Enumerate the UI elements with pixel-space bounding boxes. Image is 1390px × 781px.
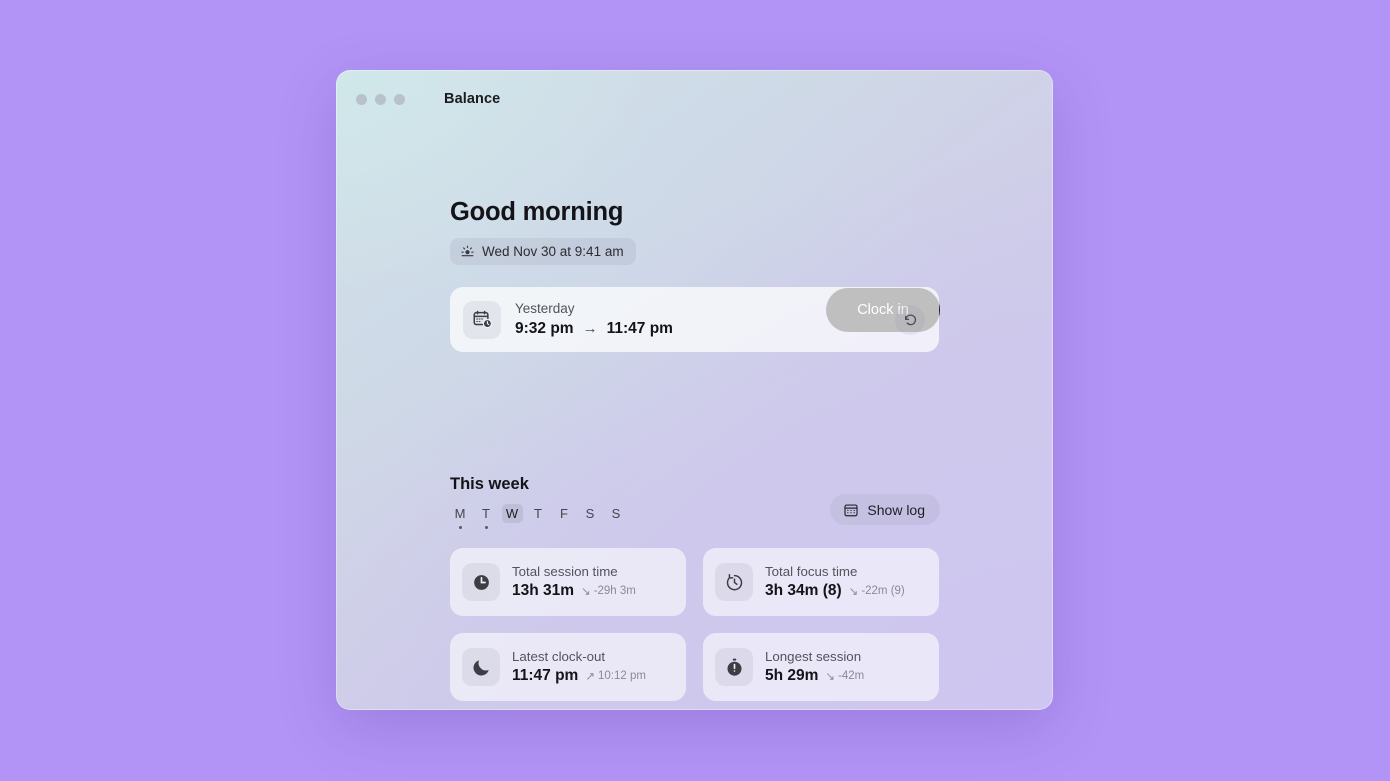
greeting-block: Good morning Wed Nov 30 at 9:41 am <box>450 198 939 266</box>
yesterday-text: Yesterday 9:32 pm → 11:47 pm <box>515 301 895 338</box>
stat-text: Total focus time 3h 34m (8) ↘ -22m (9) <box>765 564 905 601</box>
rotate-ccw-icon <box>903 312 918 327</box>
stat-row: 13h 31m ↘ -29h 3m <box>512 582 636 600</box>
stats-grid: Total session time 13h 31m ↘ -29h 3m Tot… <box>450 548 939 710</box>
weekday-mon[interactable]: M <box>448 504 472 529</box>
stat-delta: ↘ -29h 3m <box>581 584 636 598</box>
clock-filled-icon <box>462 563 500 601</box>
weekday-letter: S <box>585 506 595 521</box>
weekday-selector: M T W T F S S <box>448 504 628 529</box>
main-content: Good morning Wed Nov 30 at 9:41 am Yeste… <box>336 70 1053 710</box>
calendar-icon <box>843 502 859 518</box>
stat-card-latest-clock-out[interactable]: Latest clock-out 11:47 pm ↗ 10:12 pm <box>450 633 686 701</box>
stat-delta-value: 10:12 pm <box>598 670 646 683</box>
weekday-fri[interactable]: F <box>552 504 576 529</box>
yesterday-end-time: 11:47 pm <box>606 319 673 337</box>
stat-card-total-focus-time[interactable]: Total focus time 3h 34m (8) ↘ -22m (9) <box>703 548 939 616</box>
weekday-letter: T <box>534 506 542 521</box>
weekday-letter: M <box>454 506 466 521</box>
stat-delta-value: -29h 3m <box>593 585 636 598</box>
stat-value: 11:47 pm <box>512 667 579 685</box>
stat-delta-value: -22m (9) <box>861 585 905 598</box>
weekday-sat[interactable]: S <box>578 504 602 529</box>
stat-text: Total session time 13h 31m ↘ -29h 3m <box>512 564 636 601</box>
weekday-letter: W <box>501 504 523 523</box>
stat-delta: ↘ -22m (9) <box>849 584 905 598</box>
stat-label: Total session time <box>512 563 618 579</box>
weekday-letter: S <box>611 506 621 521</box>
weekday-letter: F <box>560 506 568 521</box>
weekday-sun[interactable]: S <box>604 504 628 529</box>
stat-row: 5h 29m ↘ -42m <box>765 667 864 685</box>
stat-delta: ↘ -42m <box>825 669 864 683</box>
sunrise-icon <box>460 244 475 259</box>
weekday-thu[interactable]: T <box>526 504 550 529</box>
stat-value: 13h 31m <box>512 582 575 600</box>
stat-value: 5h 29m <box>765 667 819 685</box>
stopwatch-filled-icon <box>715 648 753 686</box>
arrow-right-icon: → <box>582 320 598 338</box>
date-badge-text: Wed Nov 30 at 9:41 am <box>482 244 624 260</box>
stat-label: Total focus time <box>765 563 858 579</box>
yesterday-label: Yesterday <box>515 301 575 317</box>
stat-value: 3h 34m (8) <box>765 582 842 600</box>
show-log-label: Show log <box>867 501 925 518</box>
calendar-clock-icon <box>463 300 501 339</box>
weekday-letter: T <box>482 506 490 521</box>
weekday-tue[interactable]: T <box>474 504 498 529</box>
trend-down-icon: ↘ <box>825 671 836 684</box>
weekday-activity-dot <box>484 526 488 529</box>
show-log-button[interactable]: Show log <box>830 494 940 525</box>
section-title-this-week: This week <box>450 475 529 493</box>
trend-down-icon: ↘ <box>848 586 859 599</box>
yesterday-card[interactable]: Yesterday 9:32 pm → 11:47 pm <box>450 287 939 352</box>
moon-icon <box>462 648 500 686</box>
timer-outline-icon <box>715 563 753 601</box>
date-badge: Wed Nov 30 at 9:41 am <box>450 238 636 266</box>
stat-card-longest-session[interactable]: Longest session 5h 29m ↘ -42m <box>703 633 939 701</box>
app-window: Balance Good morning Wed Nov 30 at 9:41 … <box>336 70 1053 710</box>
stat-delta: ↗ 10:12 pm <box>585 669 646 683</box>
stat-label: Longest session <box>765 648 862 664</box>
restore-session-button[interactable] <box>895 304 925 335</box>
stat-card-total-session-time[interactable]: Total session time 13h 31m ↘ -29h 3m <box>450 548 686 616</box>
yesterday-times: 9:32 pm → 11:47 pm <box>515 320 895 338</box>
stat-row: 3h 34m (8) ↘ -22m (9) <box>765 582 905 600</box>
stat-text: Longest session 5h 29m ↘ -42m <box>765 649 864 686</box>
stat-delta-value: -42m <box>838 670 865 683</box>
yesterday-start-time: 9:32 pm <box>515 319 574 337</box>
trend-up-icon: ↗ <box>585 671 595 684</box>
trend-down-icon: ↘ <box>581 586 591 599</box>
stat-text: Latest clock-out 11:47 pm ↗ 10:12 pm <box>512 649 646 686</box>
page-title: Good morning <box>450 198 624 226</box>
stat-label: Latest clock-out <box>512 648 606 664</box>
weekday-wed[interactable]: W <box>500 504 524 529</box>
weekday-activity-dot <box>458 526 462 529</box>
stat-row: 11:47 pm ↗ 10:12 pm <box>512 667 646 685</box>
